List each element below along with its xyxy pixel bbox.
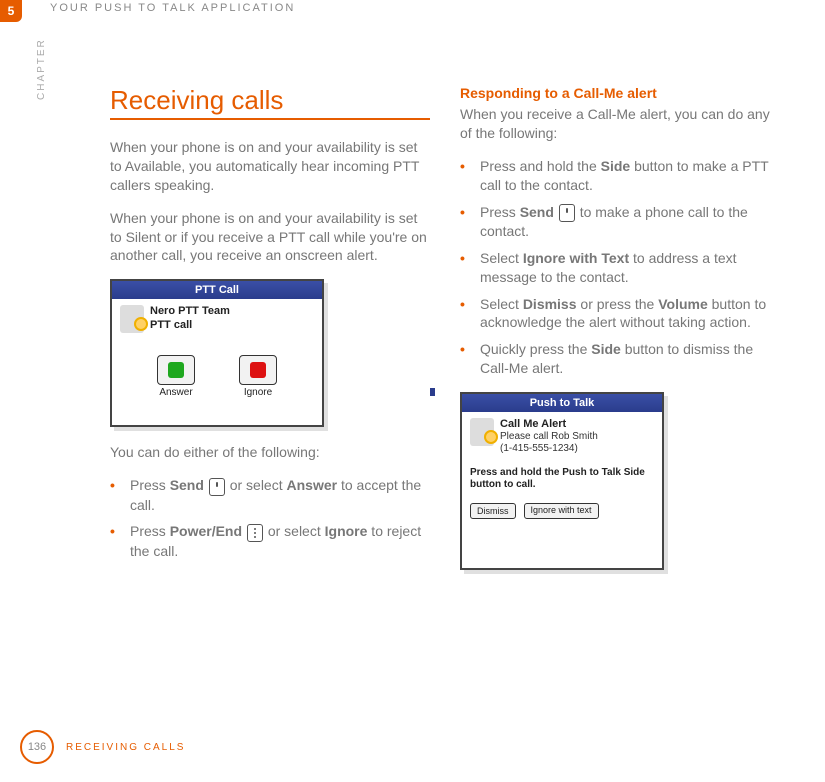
answer-button: Answer <box>150 355 202 398</box>
alert-icon <box>470 418 494 446</box>
intro-paragraph-1: When your phone is on and your availabil… <box>110 138 430 195</box>
page-number: 136 <box>20 730 54 764</box>
ptt-call-label: PTT call <box>150 319 192 331</box>
ptt-call-titlebar: PTT Call <box>112 281 322 299</box>
chapter-number-tab: 5 <box>0 0 22 22</box>
answer-call-icon <box>168 362 184 378</box>
ignore-button: Ignore <box>232 355 284 398</box>
chapter-label-vertical: CHAPTER <box>36 38 47 100</box>
ignore-call-icon <box>250 362 266 378</box>
call-me-alert-text: Call Me Alert Please call Rob Smith (1-4… <box>500 418 598 455</box>
send-key-icon <box>559 204 575 222</box>
push-hint: Press and hold the Push to Talk Side but… <box>470 467 654 491</box>
responding-intro: When you receive a Call-Me alert, you ca… <box>460 105 780 143</box>
responding-subhead: Responding to a Call-Me alert <box>460 85 780 101</box>
push-to-talk-screenshot: Push to Talk Call Me Alert Please call R… <box>460 392 664 570</box>
ignore-label: Ignore <box>244 387 272 398</box>
list-item: Select Ignore with Text to address a tex… <box>460 249 780 287</box>
right-column: Responding to a Call-Me alert When you r… <box>460 85 780 586</box>
either-following: You can do either of the following: <box>110 443 430 462</box>
call-me-alert-number: (1-415-555-1234) <box>500 443 598 455</box>
list-item: Select Dismiss or press the Volume butto… <box>460 295 780 333</box>
heading-rule <box>110 118 430 120</box>
p2t-titlebar: Push to Talk <box>462 394 662 412</box>
ptt-team-name: Nero PTT Team <box>150 305 230 317</box>
answer-label: Answer <box>159 387 192 398</box>
page-footer: 136 RECEIVING CALLS <box>20 730 185 764</box>
dismiss-button: Dismiss <box>470 503 516 519</box>
intro-paragraph-2: When your phone is on and your availabil… <box>110 209 430 266</box>
running-header: YOUR PUSH TO TALK APPLICATION <box>50 2 295 14</box>
call-me-alert-title: Call Me Alert <box>500 418 566 430</box>
footer-section-title: RECEIVING CALLS <box>66 742 185 753</box>
power-end-key-icon <box>247 524 263 542</box>
left-options-list: Press Send or select Answer to accept th… <box>110 476 430 560</box>
list-item: Quickly press the Side button to dismiss… <box>460 340 780 378</box>
list-item: Press Power/End or select Ignore to reje… <box>110 522 430 560</box>
ptt-call-text: Nero PTT Team PTT call <box>150 305 230 331</box>
page-heading: Receiving calls <box>110 85 430 116</box>
content-area: Receiving calls When your phone is on an… <box>110 85 790 586</box>
left-column: Receiving calls When your phone is on an… <box>110 85 430 586</box>
list-item: Press Send or select Answer to accept th… <box>110 476 430 514</box>
list-item: Press and hold the Side button to make a… <box>460 157 780 195</box>
call-me-alert-sub: Please call Rob Smith <box>500 431 598 443</box>
ptt-call-screenshot: PTT Call Nero PTT Team PTT call Answer <box>110 279 324 427</box>
right-options-list: Press and hold the Side button to make a… <box>460 157 780 378</box>
send-key-icon <box>209 478 225 496</box>
ignore-with-text-button: Ignore with text <box>524 503 599 519</box>
phone-status-icon <box>120 305 144 333</box>
list-item: Press Send to make a phone call to the c… <box>460 203 780 241</box>
